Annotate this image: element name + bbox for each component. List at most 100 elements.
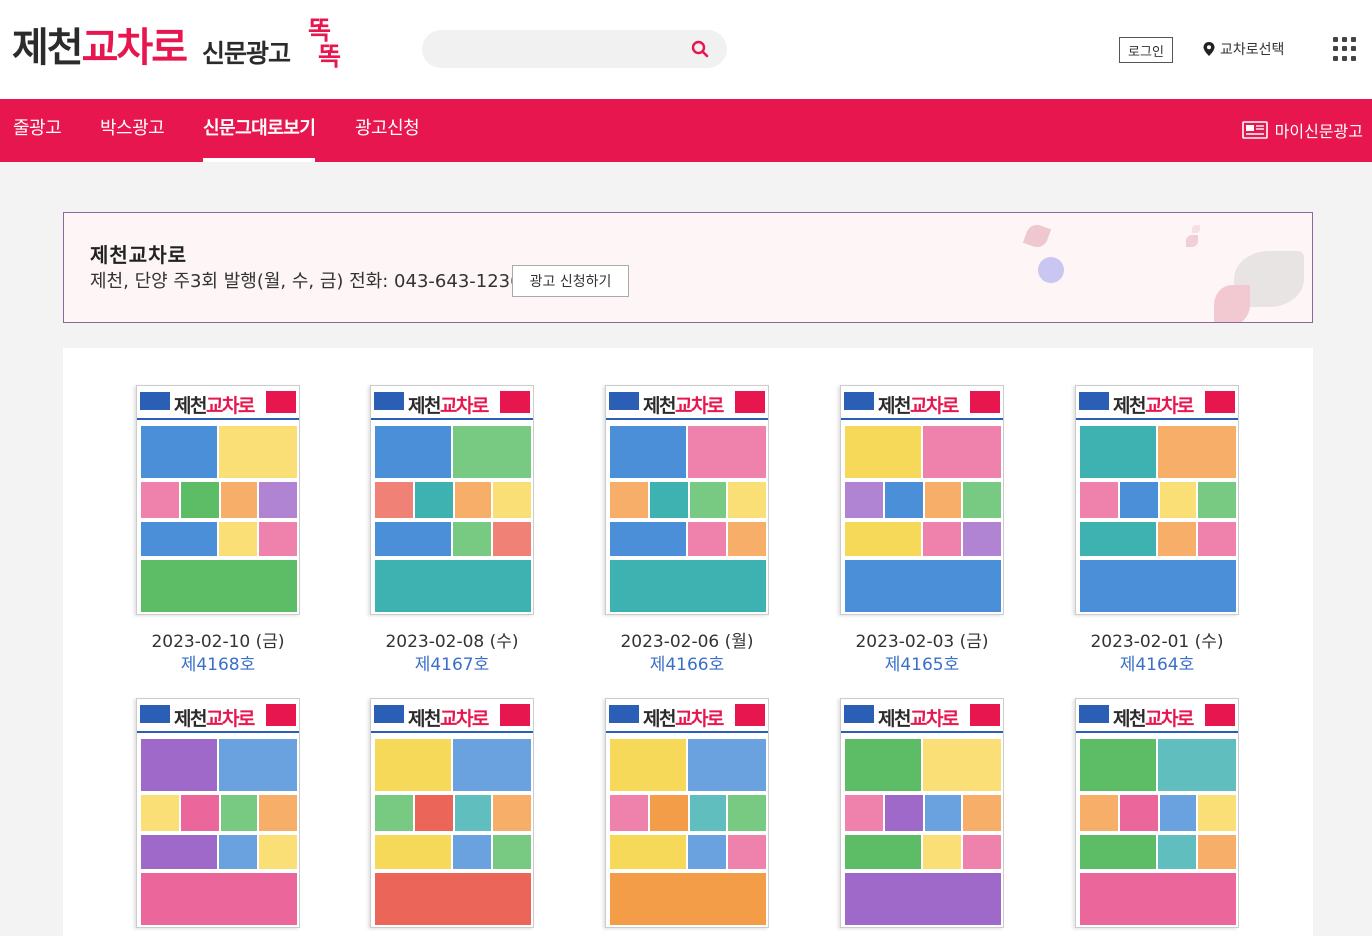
site-header: 제천교차로 신문광고 똑 똑 로그인 교차로선택 [0,0,1372,99]
ad-block [923,522,961,556]
ad-block [1120,795,1158,831]
ad-block [610,795,648,831]
paper-issue-link[interactable]: 제4165호 [803,650,1041,675]
masthead-badge [1205,704,1235,726]
ad-block [845,560,1001,612]
paper-date: 2023-02-06 (월) [620,632,754,652]
paper-issue-link[interactable]: 제4164호 [1038,650,1276,675]
ad-block [1198,482,1236,518]
ad-block [375,739,451,791]
ad-block [923,739,1001,791]
newspaper-thumbnail[interactable]: 제천교차로 [370,385,534,615]
ad-block [375,522,451,556]
ad-block [610,835,686,869]
ad-block [493,795,531,831]
ad-block [963,522,1001,556]
masthead-tag [374,705,404,723]
login-button[interactable]: 로그인 [1119,37,1173,63]
ad-block [453,426,531,478]
nav-item-view-newspaper[interactable]: 신문그대로보기 [203,99,316,162]
ad-block [963,795,1001,831]
masthead-tag [844,392,874,410]
ad-block [141,835,217,869]
ad-block [219,739,297,791]
ad-block [923,835,961,869]
thumbnail-masthead: 제천교차로 [1076,386,1238,420]
ad-block [963,482,1001,518]
thumbnail-masthead: 제천교차로 [371,386,533,420]
newspaper-thumbnail[interactable]: 제천교차로 [605,385,769,615]
decor-petal [1214,285,1250,322]
apps-grid-icon[interactable] [1333,37,1357,61]
ad-block [375,560,531,612]
nav-item-line-ads[interactable]: 줄광고 [13,99,62,162]
paper-date: 2023-02-01 (수) [1090,632,1224,652]
ad-block [650,482,688,518]
decor-circle [1038,257,1064,283]
masthead-title: 제천교차로 [878,395,959,417]
newspaper-thumbnail[interactable]: 제천교차로 [1075,385,1239,615]
masthead-badge [500,391,530,413]
ad-block [1080,739,1156,791]
ad-block [141,873,297,925]
search-icon[interactable] [691,40,709,58]
site-logo[interactable]: 제천교차로 신문광고 똑 똑 [12,18,348,82]
ad-block [728,482,766,518]
newspaper-thumbnail[interactable]: 제천교차로 [605,698,769,928]
newspaper-thumbnail[interactable]: 제천교차로 [1075,698,1239,928]
banner-description: 제천, 단양 주3회 발행(월, 수, 금) 전화: 043-643-1236 [90,271,522,292]
ad-apply-button[interactable]: 광고 신청하기 [512,265,629,297]
ad-block [1080,835,1156,869]
nav-item-box-ads[interactable]: 박스광고 [100,99,165,162]
ad-block [493,482,531,518]
paper-date: 2023-02-10 (금) [151,632,285,652]
ad-block [415,482,453,518]
paper-issue-link[interactable]: 제4166호 [568,650,806,675]
region-select[interactable]: 교차로선택 [1202,38,1284,60]
newspaper-icon [1241,121,1268,139]
ad-block [141,482,179,518]
ad-block [610,560,766,612]
masthead-badge [735,704,765,726]
ad-block [1080,873,1236,925]
ad-block [259,522,297,556]
thumbnail-masthead: 제천교차로 [137,386,299,420]
decor-petal [1192,225,1200,233]
ad-block [885,795,923,831]
masthead-badge [266,391,296,413]
masthead-badge [735,391,765,413]
ad-block [415,795,453,831]
ad-block [1080,482,1118,518]
newspaper-thumbnail[interactable]: 제천교차로 [136,698,300,928]
masthead-title: 제천교차로 [643,708,724,730]
masthead-badge [970,391,1000,413]
paper-issue-link[interactable]: 제4168호 [99,650,337,675]
ad-block [453,835,491,869]
masthead-badge [500,704,530,726]
newspaper-grid: 제천교차로 2023-02-10 (금) 제4168호 제천교차로 2023-02-08… [63,348,1313,936]
ad-block [1080,795,1118,831]
ad-block [845,835,921,869]
masthead-tag [374,392,404,410]
thumbnail-masthead: 제천교차로 [841,386,1003,420]
my-newspaper-ad-link[interactable]: 마이신문광고 [1241,118,1363,142]
ad-block [1160,482,1196,518]
ad-block [493,522,531,556]
search-input[interactable] [440,38,680,60]
ad-block [453,522,491,556]
ad-block [650,795,688,831]
ad-block [141,522,217,556]
newspaper-thumbnail[interactable]: 제천교차로 [370,698,534,928]
ad-block [259,795,297,831]
ad-block [728,835,766,869]
newspaper-thumbnail[interactable]: 제천교차로 [136,385,300,615]
masthead-tag [140,705,170,723]
nav-item-ad-request[interactable]: 광고신청 [355,99,420,162]
newspaper-thumbnail[interactable]: 제천교차로 [840,385,1004,615]
newspaper-thumbnail[interactable]: 제천교차로 [840,698,1004,928]
ad-block [728,795,766,831]
thumbnail-masthead: 제천교차로 [841,699,1003,733]
paper-issue-link[interactable]: 제4167호 [333,650,571,675]
paper-date: 2023-02-03 (금) [855,632,989,652]
ad-block [1158,522,1196,556]
